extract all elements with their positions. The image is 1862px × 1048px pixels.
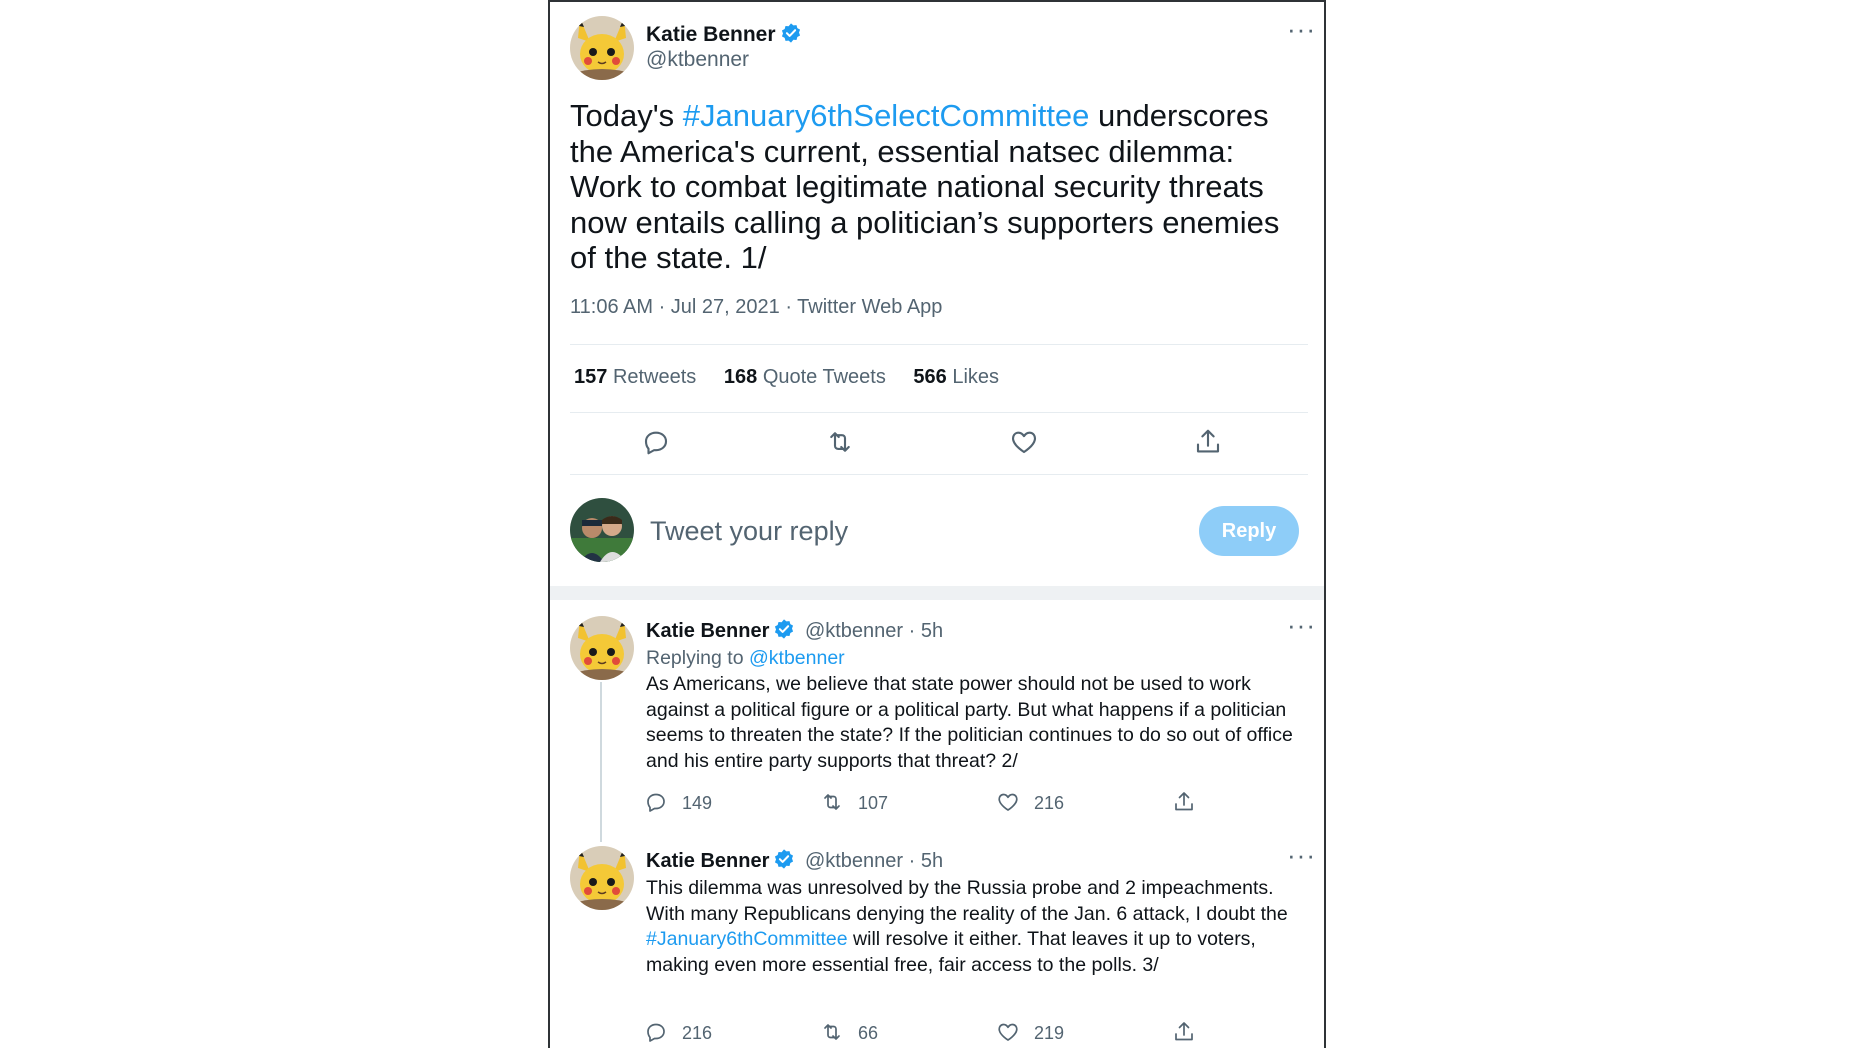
author-avatar[interactable] [570,16,634,80]
thread-text-part: This dilemma was unresolved by the Russi… [646,877,1288,925]
author-handle[interactable]: @ktbenner [646,48,749,72]
thread-header-1: Katie Benner @ktbenner · 5h [646,618,943,643]
likes-stat[interactable]: 566 Likes [913,366,999,388]
retweet-action-1[interactable]: 107 [820,790,888,814]
more-options-icon[interactable]: ··· [1287,842,1316,868]
author-name-row: Katie Benner [646,22,802,47]
more-options-icon[interactable]: ··· [1287,612,1316,638]
verified-badge-icon [773,618,795,640]
tweet-text-part: Today's [570,98,683,133]
divider [570,412,1308,413]
share-icon [1172,790,1196,814]
replying-to-handle-link[interactable]: @ktbenner [749,647,845,669]
retweets-label: Retweets [612,366,697,388]
share-action-1[interactable] [1172,790,1210,814]
tweet-text: Today's #January6thSelectCommittee under… [570,98,1310,276]
hashtag-link[interactable]: #January6thCommittee [646,928,848,950]
reply-count: 216 [682,1023,713,1043]
reply-action-2[interactable]: 216 [644,1020,712,1044]
quote-tweets-label: Quote Tweets [762,366,886,388]
divider [570,474,1308,475]
reply-button[interactable]: Reply [1199,506,1299,556]
retweet-icon [820,790,844,814]
retweets-stat[interactable]: 157 Retweets [574,366,696,388]
retweet-icon[interactable] [825,427,855,457]
author-name[interactable]: Katie Benner [646,23,776,46]
retweets-count: 157 [574,366,608,388]
tweet-timestamp[interactable]: 11:06 AM · Jul 27, 2021 · Twitter Web Ap… [570,296,942,319]
like-action-1[interactable]: 216 [996,790,1064,814]
current-user-avatar[interactable] [570,498,634,562]
reply-action-1[interactable]: 149 [644,790,712,814]
thread-handle-time[interactable]: @ktbenner · 5h [805,850,943,872]
divider [570,344,1308,345]
reply-input[interactable]: Tweet your reply [650,516,848,547]
likes-count: 566 [913,366,947,388]
like-count: 219 [1034,1023,1065,1043]
thread-header-2: Katie Benner @ktbenner · 5h [646,848,943,873]
tweet-stats: 157 Retweets 168 Quote Tweets 566 Likes [574,366,1021,389]
share-icon[interactable] [1193,427,1223,457]
thread-text-2: This dilemma was unresolved by the Russi… [646,876,1310,978]
like-icon [996,1020,1020,1044]
thread-connector-line [600,682,602,842]
like-action-2[interactable]: 219 [996,1020,1064,1044]
replying-to-label: Replying to [646,647,749,669]
more-options-icon[interactable]: ··· [1287,16,1316,42]
verified-badge-icon [780,22,802,44]
section-separator [550,586,1324,600]
thread-avatar-2[interactable] [570,846,634,910]
reply-icon[interactable] [641,427,671,457]
share-icon [1172,1020,1196,1044]
tweet-panel: Katie Benner @ktbenner ··· Today's #Janu… [548,0,1326,1048]
likes-label: Likes [952,366,1000,388]
thread-author-name[interactable]: Katie Benner [646,850,769,872]
reply-icon [644,1020,668,1044]
quote-tweets-stat[interactable]: 168 Quote Tweets [724,366,886,388]
thread-text-1: As Americans, we believe that state powe… [646,673,1293,772]
reply-icon [644,790,668,814]
quote-tweets-count: 168 [723,366,758,388]
thread-author-name[interactable]: Katie Benner [646,620,769,642]
like-count: 216 [1034,793,1065,813]
retweet-action-2[interactable]: 66 [820,1020,878,1044]
verified-badge-icon [773,848,795,870]
thread-avatar-1[interactable] [570,616,634,680]
retweet-icon [820,1020,844,1044]
like-icon[interactable] [1009,427,1039,457]
replying-to: Replying to @ktbenner [646,647,845,670]
share-action-2[interactable] [1172,1020,1210,1044]
like-icon [996,790,1020,814]
reply-count: 149 [682,793,713,813]
retweet-count: 66 [858,1023,879,1043]
retweet-count: 107 [858,793,889,813]
hashtag-link[interactable]: #January6thSelectCommittee [683,98,1090,133]
thread-handle-time[interactable]: @ktbenner · 5h [805,620,943,642]
